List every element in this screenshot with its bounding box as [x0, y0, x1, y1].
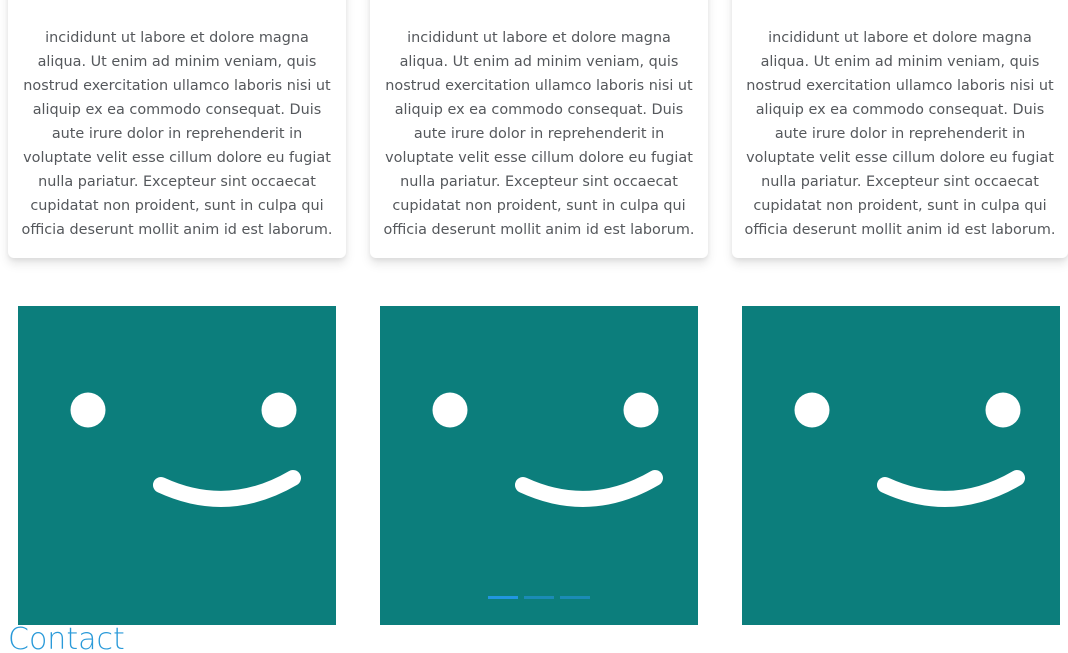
carousel-indicator-3[interactable]: [560, 596, 590, 599]
feature-card: incididunt ut labore et dolore magna ali…: [732, 0, 1068, 258]
image-tile[interactable]: [742, 306, 1060, 625]
card-description: incididunt ut labore et dolore magna ali…: [383, 30, 695, 238]
image-tile-carousel[interactable]: [380, 306, 698, 625]
contact-section-title: Contact: [8, 622, 125, 653]
smiley-face-icon: [70, 392, 301, 507]
page: incididunt ut labore et dolore magna ali…: [0, 0, 1068, 653]
feature-card: incididunt ut labore et dolore magna ali…: [8, 0, 346, 258]
card-description: incididunt ut labore et dolore magna ali…: [744, 30, 1056, 238]
card-description: incididunt ut labore et dolore magna ali…: [21, 30, 333, 238]
feature-card: incididunt ut labore et dolore magna ali…: [370, 0, 708, 258]
carousel-indicator-1[interactable]: [488, 596, 518, 599]
carousel-indicator-2[interactable]: [524, 596, 554, 599]
smiley-face-icon: [432, 392, 663, 507]
image-tile[interactable]: [18, 306, 336, 625]
image-tiles-row: [0, 306, 1068, 626]
carousel-indicators: [488, 596, 590, 599]
feature-cards-row: incididunt ut labore et dolore magna ali…: [8, 0, 1068, 260]
smiley-face-icon: [794, 392, 1025, 507]
